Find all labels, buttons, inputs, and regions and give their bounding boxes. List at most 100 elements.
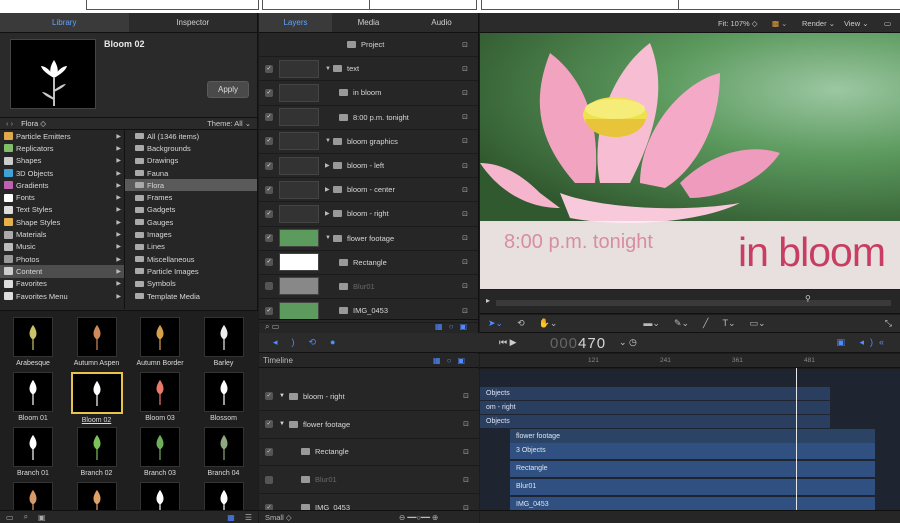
- timecode-display[interactable]: 000470: [550, 335, 606, 352]
- lock-icon[interactable]: ⊡: [463, 392, 469, 400]
- tab-media[interactable]: Media: [332, 13, 405, 32]
- disclosure-icon[interactable]: ▶: [325, 162, 333, 169]
- content-tile[interactable]: Autumn Aspen: [66, 315, 128, 371]
- layer-tool-icons[interactable]: ▦○▣: [435, 322, 473, 331]
- subcategory-item[interactable]: Symbols: [125, 278, 257, 290]
- lock-icon[interactable]: ⊡: [462, 162, 468, 170]
- zoom-slider[interactable]: ⊖ ━━○━━ ⊕: [399, 511, 438, 523]
- in-point-icon[interactable]: ▸: [486, 296, 490, 305]
- theme-popup[interactable]: Theme: All ⌄: [207, 119, 251, 128]
- expand-icon[interactable]: ⤡: [885, 318, 892, 329]
- lock-icon[interactable]: ⊡: [463, 420, 469, 428]
- mask-tool-icon[interactable]: ▭⌄: [750, 318, 766, 329]
- layout-icon[interactable]: ▭: [884, 19, 891, 28]
- tab-layers[interactable]: Layers: [259, 13, 332, 32]
- disclosure-icon[interactable]: ▶: [325, 210, 333, 217]
- layer-checkbox[interactable]: ✓: [265, 306, 273, 315]
- subcategory-item[interactable]: Miscellaneous: [125, 253, 257, 265]
- category-item[interactable]: Particle Emitters ▶: [0, 130, 124, 142]
- category-item[interactable]: Music ▶: [0, 241, 124, 253]
- shape-tool-icon[interactable]: ▬⌄: [643, 318, 660, 329]
- lock-icon[interactable]: ⊡: [462, 65, 468, 73]
- fit-popup[interactable]: Fit: 107% ◇: [718, 19, 758, 28]
- lock-icon[interactable]: ⊡: [462, 258, 468, 266]
- subcategory-item[interactable]: Backgrounds: [125, 142, 257, 154]
- tab-library[interactable]: Library: [0, 13, 129, 32]
- layer-checkbox[interactable]: ✓: [265, 88, 273, 97]
- lock-icon[interactable]: ⊡: [462, 282, 468, 290]
- timeline-track-bar[interactable]: 3 Objects: [510, 443, 875, 459]
- content-tile[interactable]: Autumn Border: [129, 315, 191, 371]
- search-icon[interactable]: ⌕: [24, 512, 28, 522]
- subcategory-item[interactable]: Flora: [125, 179, 257, 192]
- subcategory-item[interactable]: Frames: [125, 191, 257, 203]
- tab-audio[interactable]: Audio: [405, 13, 478, 32]
- content-tile[interactable]: Barley: [193, 315, 255, 371]
- subcategory-item[interactable]: Lines: [125, 241, 257, 253]
- subcategory-item[interactable]: Template Media: [125, 290, 257, 302]
- timeline-track-bar[interactable]: om - right: [480, 401, 830, 414]
- list-view-icon[interactable]: ☰: [245, 513, 252, 522]
- subcategory-item[interactable]: Drawings: [125, 155, 257, 167]
- timeline-tracks[interactable]: Objects om - right Objects flower footage 3 …: [480, 369, 900, 510]
- layer-checkbox[interactable]: ✓: [265, 64, 273, 73]
- category-item[interactable]: Text Styles ▶: [0, 204, 124, 216]
- content-tile[interactable]: Branch 04: [193, 425, 255, 481]
- category-item[interactable]: Shapes ▶: [0, 155, 124, 167]
- layer-row[interactable]: ✓ ▼ flower footage ⊡: [259, 227, 478, 251]
- layer-row[interactable]: ✓ Rectangle ⊡: [259, 251, 478, 275]
- render-menu[interactable]: Render ⌄: [802, 19, 835, 28]
- layer-checkbox[interactable]: [265, 282, 273, 291]
- category-item[interactable]: Favorites Menu ▶: [0, 290, 124, 302]
- lock-icon[interactable]: ⊡: [462, 186, 468, 194]
- category-item[interactable]: Content ▶: [0, 265, 124, 278]
- disclosure-icon[interactable]: ▼: [279, 421, 289, 427]
- lock-icon[interactable]: ⊡: [463, 476, 469, 484]
- content-tile[interactable]: Bloom 02: [66, 370, 128, 426]
- folder-icon[interactable]: ▭: [6, 513, 14, 522]
- disclosure-icon[interactable]: ▼: [325, 138, 333, 144]
- category-item[interactable]: Fonts ▶: [0, 191, 124, 203]
- lock-icon[interactable]: ⊡: [462, 89, 468, 97]
- lock-icon[interactable]: ⊡: [462, 234, 468, 242]
- paint-tool-icon[interactable]: ╱: [703, 318, 708, 329]
- layer-row[interactable]: ✓ ▼ text ⊡: [259, 57, 478, 82]
- lock-icon[interactable]: ⊡: [462, 210, 468, 218]
- category-item[interactable]: Favorites ▶: [0, 278, 124, 290]
- layer-row[interactable]: ✓ ▶ bloom - center ⊡: [259, 178, 478, 203]
- lock-icon[interactable]: ⊡: [462, 113, 468, 121]
- timeline-layer-row[interactable]: ✓ Rectangle ⊡: [259, 439, 479, 467]
- disclosure-icon[interactable]: ▼: [325, 66, 333, 72]
- canvas-text-time[interactable]: 8:00 p.m. tonight: [504, 231, 653, 254]
- content-tile[interactable]: Blossom: [193, 370, 255, 426]
- disclosure-icon[interactable]: ▼: [325, 235, 333, 241]
- subcategory-item[interactable]: Gauges: [125, 216, 257, 228]
- layer-checkbox[interactable]: ✓: [265, 234, 273, 243]
- timeline-track-bar[interactable]: Objects: [480, 415, 830, 428]
- content-tile[interactable]: Bloom 01: [2, 370, 64, 426]
- timeline-layer-row[interactable]: ✓ IMG_0453 ⊡: [259, 494, 479, 510]
- category-item[interactable]: Photos ▶: [0, 253, 124, 265]
- layer-checkbox[interactable]: ✓: [265, 420, 273, 429]
- lock-icon[interactable]: ⊡: [462, 307, 468, 315]
- layer-checkbox[interactable]: ✓: [265, 392, 273, 401]
- content-tile[interactable]: Branch 02: [66, 425, 128, 481]
- layer-checkbox[interactable]: ✓: [265, 113, 273, 122]
- category-item[interactable]: Materials ▶: [0, 228, 124, 240]
- timeline-layer-row[interactable]: ✓ ▼ flower footage ⊡: [259, 411, 479, 439]
- layer-row[interactable]: ✓ ▼ bloom graphics ⊡: [259, 130, 478, 154]
- timeline-tool-icons[interactable]: ▦○▣: [433, 354, 471, 368]
- subcategory-item[interactable]: Fauna: [125, 167, 257, 179]
- playhead-marker-icon[interactable]: ⚲: [805, 294, 811, 303]
- layer-row[interactable]: Blur01 ⊡: [259, 275, 478, 300]
- subcategory-item[interactable]: All (1346 items): [125, 130, 257, 142]
- timeline-layer-row[interactable]: Blur01 ⊡: [259, 466, 479, 495]
- layer-checkbox[interactable]: ✓: [265, 209, 273, 218]
- timeline-ruler[interactable]: 121 241 361 481: [480, 354, 900, 368]
- layer-checkbox[interactable]: ✓: [265, 161, 273, 170]
- back-forward-icon[interactable]: ‹ ›: [6, 119, 13, 128]
- content-tile[interactable]: Branch 03: [129, 425, 191, 481]
- mini-timeline-bar[interactable]: [496, 300, 891, 306]
- color-channel-icon[interactable]: ▩ ⌄: [772, 19, 787, 28]
- timeline-track-bar[interactable]: Blur01: [510, 479, 875, 495]
